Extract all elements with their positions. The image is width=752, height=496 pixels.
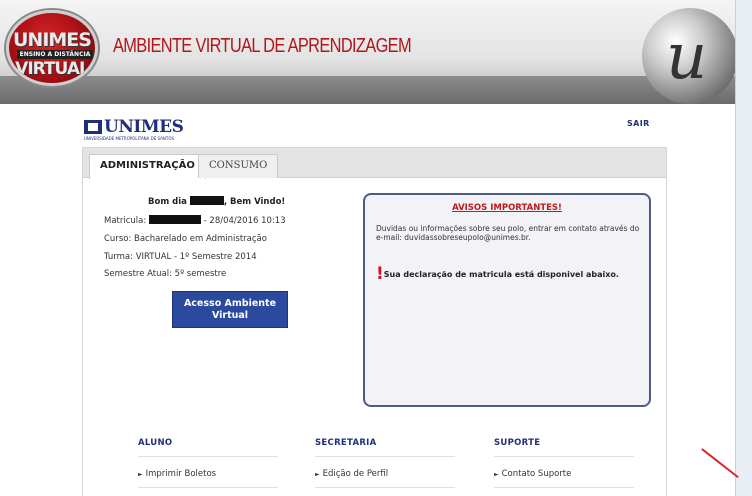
print-boletos-link[interactable]: ► Imprimir Boletos: [138, 469, 278, 488]
tab-administracao[interactable]: ADMINISTRAÇÃO: [89, 154, 206, 179]
globe-letter: u: [666, 20, 708, 94]
greeting-prefix: Bom dia: [148, 197, 187, 207]
important-notices-box: AVISOS IMPORTANTES! Duvidas ou informaçõ…: [363, 193, 651, 407]
semester-line: Semestre Atual: 5º semestre: [104, 269, 227, 279]
logo-top-text: UNIMES: [13, 29, 92, 51]
access-virtual-environment-button[interactable]: Acesso Ambiente Virtual: [172, 291, 288, 328]
aluno-column: ALUNO ► Imprimir Boletos: [138, 438, 278, 488]
class-line: Turma: VIRTUAL - 1º Semestre 2014: [104, 252, 257, 262]
unimes-brand-logo: UNIMES UNIVERSIDADE METROPOLITANA DE SAN…: [84, 117, 194, 146]
notices-title: AVISOS IMPORTANTES!: [452, 203, 562, 213]
edit-profile-link[interactable]: ► Edição de Perfil: [315, 469, 455, 488]
suporte-column-title: SUPORTE: [494, 438, 634, 457]
globe-logo-icon: u: [642, 8, 738, 104]
annotation-arrow-icon: [701, 448, 739, 478]
logout-link[interactable]: SAIR: [627, 119, 650, 128]
tab-consumo[interactable]: CONSUMO: [198, 154, 279, 178]
bullet-arrow-icon: ►: [138, 471, 143, 478]
brand-mark-icon: [84, 120, 102, 134]
greeting-suffix: , Bem Vindo!: [223, 197, 286, 207]
matricula-line: Matricula: - 28/04/2016 10:13: [104, 215, 286, 226]
welcome-greeting: Bom dia , Bem Vindo!: [148, 196, 285, 207]
header-strip: [0, 76, 735, 104]
redacted-name: [189, 196, 224, 205]
tab-bar: ADMINISTRAÇÃO CONSUMO: [83, 148, 666, 179]
bullet-arrow-icon: ►: [494, 471, 499, 478]
main-panel: ADMINISTRAÇÃO CONSUMO Bom dia , Bem Vind…: [82, 147, 667, 496]
secretaria-column-title: SECRETARIA: [315, 438, 455, 457]
edit-profile-label: Edição de Perfil: [322, 469, 389, 479]
logo-bottom-text: VIRTUAL: [15, 59, 90, 79]
print-boletos-label: Imprimir Boletos: [145, 469, 217, 479]
suporte-column: SUPORTE ► Contato Suporte: [494, 438, 634, 488]
app-title: AMBIENTE VIRTUAL DE APRENDIZAGEM: [113, 35, 412, 57]
matricula-label: Matricula:: [104, 216, 147, 226]
logo-mid-text: ENSINO A DISTÂNCIA: [17, 50, 93, 59]
brand-subtitle: UNIVERSIDADE METROPOLITANA DE SANTOS: [84, 136, 175, 141]
declaration-alert: !Sua declaração de matricula está dispon…: [376, 266, 644, 283]
declaration-alert-text: Sua declaração de matricula está disponi…: [383, 270, 619, 279]
exclamation-icon: !: [376, 264, 384, 284]
aluno-column-title: ALUNO: [138, 438, 278, 457]
vertical-scrollbar[interactable]: [735, 0, 752, 496]
brand-name: UNIMES: [104, 117, 184, 137]
site-header: UNIMES ENSINO A DISTÂNCIA VIRTUAL AMBIEN…: [0, 0, 738, 104]
notices-text: Duvidas ou informações sobre seu polo, e…: [376, 224, 640, 242]
redacted-matricula: [148, 215, 201, 224]
course-line: Curso: Bacharelado em Administração: [104, 234, 267, 244]
contact-support-link[interactable]: ► Contato Suporte: [494, 469, 634, 488]
secretaria-column: SECRETARIA ► Edição de Perfil: [315, 438, 455, 488]
bullet-arrow-icon: ►: [315, 471, 320, 478]
unimes-virtual-logo[interactable]: UNIMES ENSINO A DISTÂNCIA VIRTUAL: [6, 10, 98, 86]
contact-support-label: Contato Suporte: [501, 469, 572, 479]
matricula-date: - 28/04/2016 10:13: [203, 216, 286, 226]
